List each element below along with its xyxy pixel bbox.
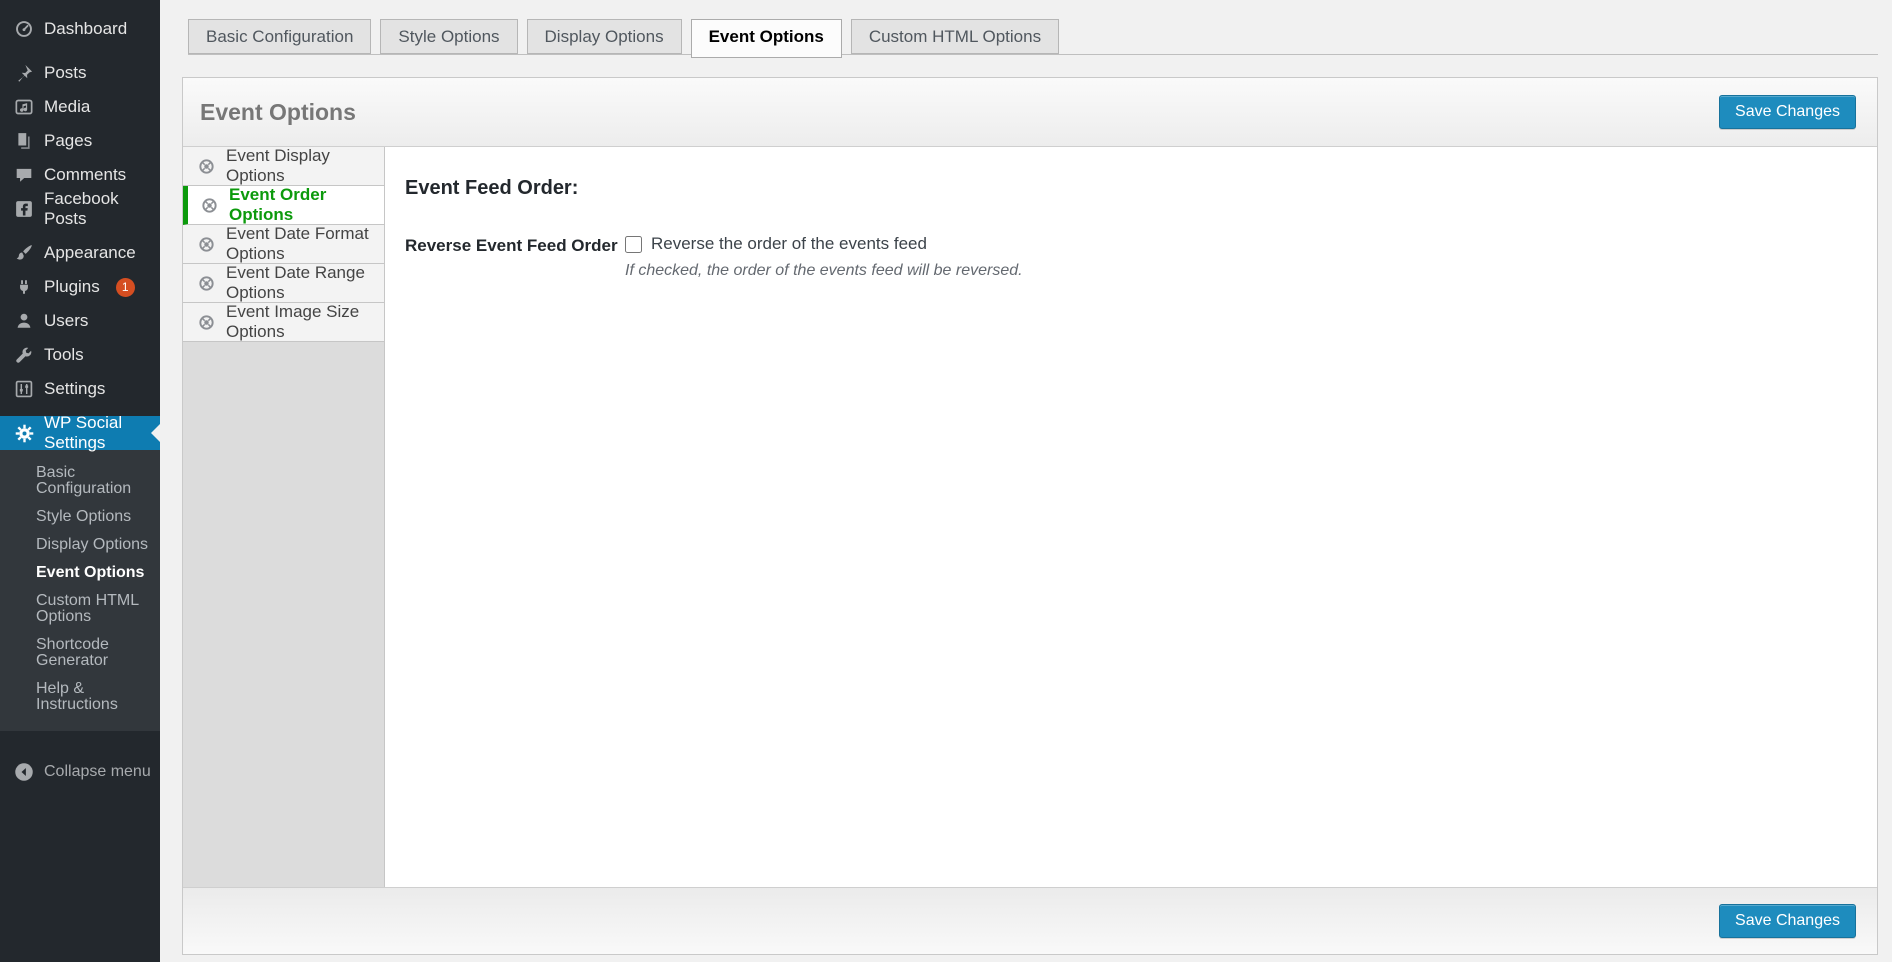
sidebar-item-appearance[interactable]: Appearance	[0, 236, 160, 270]
sidebar-item-label: Dashboard	[44, 19, 128, 38]
collapse-arrow-icon	[14, 762, 34, 782]
event-options-subnav: Event Display Options Event Order Option…	[183, 146, 385, 887]
checkbox-label: Reverse the order of the events feed	[651, 234, 927, 253]
submenu-item-style-options[interactable]: Style Options	[0, 503, 160, 531]
sidebar-item-users[interactable]: Users	[0, 304, 160, 338]
sidebar-item-label: Comments	[44, 165, 127, 184]
section-heading: Event Feed Order:	[405, 177, 579, 199]
submenu-item-display-options[interactable]: Display Options	[0, 531, 160, 559]
sidebar-item-media[interactable]: Media	[0, 90, 160, 124]
subnav-item-label: Event Image Size Options	[226, 302, 360, 341]
submenu-item-basic-configuration[interactable]: Basic Configuration	[0, 459, 160, 503]
sidebar-item-label: Plugins	[44, 277, 100, 296]
admin-sidebar: Dashboard Posts Media Pages Comments Fac…	[0, 0, 160, 962]
brush-icon	[14, 243, 34, 263]
plugins-update-badge: 1	[115, 277, 135, 297]
sidebar-item-label: Facebook Posts	[44, 189, 119, 228]
sliders-icon	[14, 379, 34, 399]
panel-footer: Save Changes	[183, 887, 1877, 954]
main-area: Basic Configuration Style Options Displa…	[160, 0, 1892, 962]
sidebar-item-wp-social-settings[interactable]: WP Social Settings	[0, 413, 160, 452]
sidebar-item-label: Tools	[44, 345, 84, 364]
media-icon	[14, 97, 34, 117]
subnav-item-event-date-range-options[interactable]: Event Date Range Options	[183, 263, 384, 303]
globe-icon	[198, 275, 215, 292]
globe-icon	[198, 236, 215, 253]
field-controls: Reverse the order of the events feed If …	[625, 234, 1853, 280]
wp-social-settings-submenu: Basic Configuration Style Options Displa…	[0, 450, 160, 731]
submenu-item-event-options[interactable]: Event Options	[0, 559, 160, 587]
save-changes-button-bottom[interactable]: Save Changes	[1719, 904, 1856, 938]
sidebar-item-plugins[interactable]: Plugins 1	[0, 270, 160, 304]
event-options-panel: Event Options Save Changes Event Display…	[182, 77, 1878, 955]
reverse-feed-order-row: Reverse Event Feed Order Reverse the ord…	[405, 234, 1853, 280]
sidebar-item-pages[interactable]: Pages	[0, 124, 160, 158]
pushpin-icon	[14, 63, 34, 83]
sidebar-item-label: Media	[44, 97, 91, 116]
tab-basic-configuration[interactable]: Basic Configuration	[188, 19, 372, 54]
sidebar-item-posts[interactable]: Posts	[0, 56, 160, 90]
wrench-icon	[14, 345, 34, 365]
submenu-item-shortcode-generator[interactable]: Shortcode Generator	[0, 631, 160, 675]
current-menu-notch	[151, 424, 160, 442]
sidebar-item-label: Posts	[44, 63, 87, 82]
subnav-item-event-order-options[interactable]: Event Order Options	[183, 185, 384, 225]
subnav-item-event-image-size-options[interactable]: Event Image Size Options	[183, 302, 384, 342]
sidebar-item-label: Users	[44, 311, 89, 330]
sidebar-item-dashboard[interactable]: Dashboard	[0, 12, 160, 46]
tab-display-options[interactable]: Display Options	[526, 19, 682, 54]
settings-tabbar: Basic Configuration Style Options Displa…	[188, 19, 1878, 58]
panel-body: Event Display Options Event Order Option…	[183, 146, 1877, 887]
sidebar-item-facebook-posts[interactable]: Facebook Posts	[0, 189, 160, 228]
page-title: Event Options	[200, 98, 356, 125]
subnav-item-label: Event Display Options	[226, 146, 330, 185]
dashboard-icon	[14, 19, 34, 39]
panel-header: Event Options Save Changes	[183, 78, 1877, 147]
submenu-item-help-instructions[interactable]: Help & Instructions	[0, 675, 160, 719]
sidebar-item-settings[interactable]: Settings	[0, 372, 160, 406]
submenu-item-custom-html-options[interactable]: Custom HTML Options	[0, 587, 160, 631]
globe-icon	[201, 197, 218, 214]
globe-icon	[198, 314, 215, 331]
subnav-item-label: Event Date Range Options	[226, 263, 365, 302]
save-changes-button-top[interactable]: Save Changes	[1719, 95, 1856, 129]
sidebar-item-label: WP Social Settings	[44, 413, 123, 452]
subnav-item-label: Event Order Options	[229, 185, 327, 224]
field-description: If checked, the order of the events feed…	[625, 262, 1023, 279]
subnav-item-label: Event Date Format Options	[226, 224, 369, 263]
tab-style-options[interactable]: Style Options	[380, 19, 518, 54]
pages-icon	[14, 131, 34, 151]
field-label: Reverse Event Feed Order	[405, 236, 618, 255]
reverse-feed-order-option: Reverse the order of the events feed	[625, 234, 1853, 254]
reverse-feed-order-checkbox[interactable]	[625, 235, 642, 253]
subnav-item-event-date-format-options[interactable]: Event Date Format Options	[183, 224, 384, 264]
tab-custom-html-options[interactable]: Custom HTML Options	[850, 19, 1060, 54]
globe-icon	[198, 158, 215, 175]
tab-event-options[interactable]: Event Options	[690, 19, 842, 58]
sidebar-item-label: Appearance	[44, 243, 136, 262]
facebook-icon	[14, 199, 34, 219]
plug-icon	[14, 277, 34, 297]
comment-icon	[14, 165, 34, 185]
sidebar-item-label: Settings	[44, 379, 106, 398]
user-icon	[14, 311, 34, 331]
settings-content: Event Feed Order: Reverse Event Feed Ord…	[385, 147, 1877, 887]
page-root: { "sidebar": { "items": [ {"label": "Das…	[0, 0, 1892, 962]
gear-icon	[14, 423, 34, 443]
collapse-menu-button[interactable]: Collapse menu	[0, 755, 160, 789]
sidebar-item-label: Pages	[44, 131, 93, 150]
sidebar-item-comments[interactable]: Comments	[0, 158, 160, 192]
collapse-menu-label: Collapse menu	[44, 763, 151, 780]
sidebar-item-tools[interactable]: Tools	[0, 338, 160, 372]
subnav-item-event-display-options[interactable]: Event Display Options	[183, 146, 384, 186]
